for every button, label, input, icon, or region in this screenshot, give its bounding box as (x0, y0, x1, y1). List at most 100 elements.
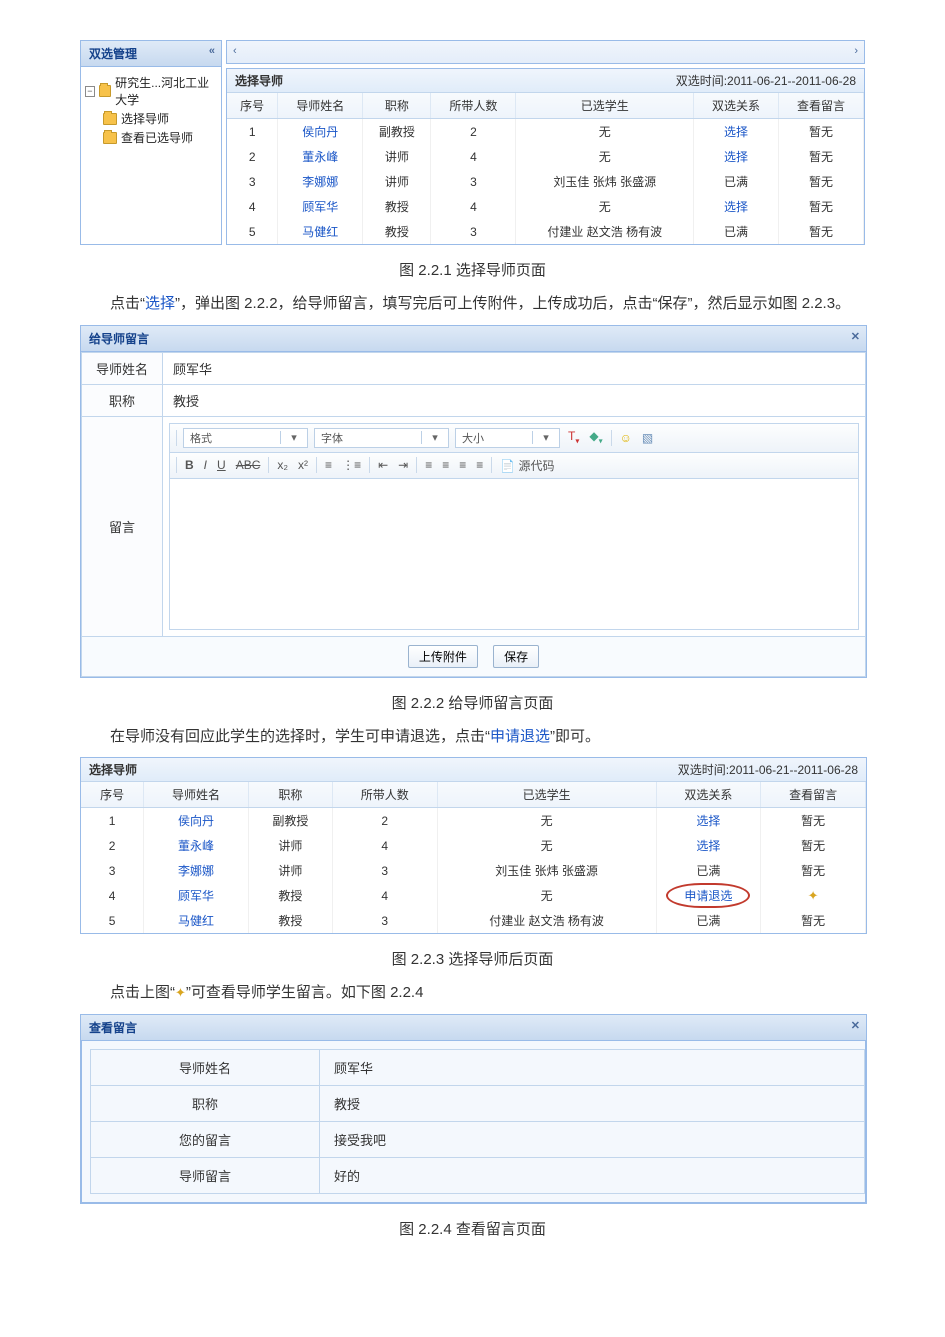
expand-toggle-icon[interactable]: − (85, 86, 95, 97)
align-right-icon[interactable]: ≡ (457, 458, 468, 472)
emoji-icon[interactable]: ☺ (618, 431, 634, 445)
sidebar-title: 双选管理 (89, 47, 137, 61)
combo-label: 大小 (456, 430, 490, 446)
message-editor[interactable] (169, 479, 859, 630)
font-combo[interactable]: 字体▾ (314, 428, 449, 448)
combo-label: 字体 (315, 430, 349, 446)
collapse-icon[interactable]: « (209, 45, 215, 57)
cell-no: 3 (227, 169, 278, 194)
folder-icon (99, 85, 111, 97)
table-row: 2董永峰讲师4无选择暂无 (227, 144, 864, 169)
cell-name[interactable]: 董永峰 (278, 144, 363, 169)
underline-icon[interactable]: U (215, 458, 228, 472)
paragraph-3: 点击上图“✦”可查看导师学生留言。如下图 2.2.4 (80, 979, 865, 1008)
cell-msg: 暂无 (779, 144, 864, 169)
unordered-list-icon[interactable]: ⋮≡ (340, 458, 363, 472)
indent-icon[interactable]: ⇥ (396, 458, 410, 472)
caption-2: 图 2.2.2 给导师留言页面 (80, 692, 865, 713)
justify-icon[interactable]: ≡ (474, 458, 485, 472)
label-name: 导师姓名 (82, 352, 163, 384)
th-count: 所带人数 (431, 93, 516, 119)
cell-name[interactable]: 顾军华 (144, 883, 249, 908)
caption-3: 图 2.2.3 选择导师后页面 (80, 948, 865, 969)
subscript-icon[interactable]: x₂ (275, 458, 290, 472)
tree-node-select[interactable]: 选择导师 (85, 109, 217, 128)
p2a: 在导师没有回应此学生的选择时，学生可申请退选，点击“ (110, 728, 490, 745)
tree-label: 查看已选导师 (121, 129, 193, 146)
paragraph-1: 点击“选择”，弹出图 2.2.2，给导师留言，填写完后可上传附件，上传成功后，点… (80, 290, 865, 319)
close-icon[interactable]: ✕ (851, 330, 860, 343)
cell-students: 刘玉佳 张炜 张盛源 (437, 858, 656, 883)
cell-students: 无 (516, 194, 694, 219)
tree-node-view[interactable]: 查看已选导师 (85, 128, 217, 147)
panel-title-row: 选择导师 双选时间:2011-06-21--2011-06-28 (227, 69, 864, 93)
cell-no: 5 (227, 219, 278, 244)
size-combo[interactable]: 大小▾ (455, 428, 560, 448)
cell-rel[interactable]: 选择 (656, 833, 761, 858)
superscript-icon[interactable]: x² (296, 458, 310, 472)
align-center-icon[interactable]: ≡ (440, 458, 451, 472)
cell-name[interactable]: 马健红 (144, 908, 249, 933)
view-label: 您的留言 (91, 1121, 320, 1157)
scroll-left-icon[interactable]: ‹ (233, 45, 237, 57)
cell-students: 刘玉佳 张炜 张盛源 (516, 169, 694, 194)
panel-title-row: 选择导师 双选时间:2011-06-21--2011-06-28 (81, 758, 866, 782)
outdent-icon[interactable]: ⇤ (376, 458, 390, 472)
bg-color-icon[interactable]: ◆▾ (587, 429, 604, 445)
format-combo[interactable]: 格式▾ (183, 428, 308, 448)
dialog-title: 给导师留言 (89, 332, 149, 346)
text-color-icon[interactable]: T▾ (566, 429, 581, 445)
tree-node-root[interactable]: − 研究生...河北工业大学 (85, 73, 217, 109)
cell-rel[interactable]: 选择 (694, 194, 779, 219)
cell-name[interactable]: 顾军华 (278, 194, 363, 219)
cell-name[interactable]: 董永峰 (144, 833, 249, 858)
upload-button[interactable]: 上传附件 (408, 645, 478, 668)
align-left-icon[interactable]: ≡ (423, 458, 434, 472)
scroll-right-icon[interactable]: › (854, 45, 858, 57)
table-row: 3李娜娜讲师3刘玉佳 张炜 张盛源已满暂无 (227, 169, 864, 194)
cell-rel: 已满 (656, 858, 761, 883)
selection-period: 双选时间:2011-06-21--2011-06-28 (678, 761, 858, 778)
bold-icon[interactable]: B (183, 458, 196, 472)
cell-title: 讲师 (248, 858, 332, 883)
italic-icon[interactable]: I (202, 458, 209, 472)
cell-name[interactable]: 侯向丹 (144, 808, 249, 834)
cell-name[interactable]: 马健红 (278, 219, 363, 244)
folder-icon (103, 113, 117, 125)
close-icon[interactable]: ✕ (851, 1019, 860, 1032)
separator-icon (416, 457, 417, 473)
sparkle-icon[interactable]: ✦ (808, 888, 819, 903)
cell-name[interactable]: 李娜娜 (278, 169, 363, 194)
strike-icon[interactable]: ABC (234, 458, 263, 472)
cell-no: 2 (81, 833, 144, 858)
cell-name[interactable]: 李娜娜 (144, 858, 249, 883)
view-value: 教授 (320, 1085, 865, 1121)
cell-rel[interactable]: 申请退选 (656, 883, 761, 908)
table-row: 4顾军华教授4无选择暂无 (227, 194, 864, 219)
tab-strip: ‹ › (226, 40, 865, 64)
separator-icon (316, 457, 317, 473)
view-row: 职称教授 (91, 1085, 865, 1121)
image-icon[interactable]: ▧ (640, 431, 655, 445)
cell-count: 2 (431, 119, 516, 145)
cell-title: 教授 (248, 908, 332, 933)
cell-no: 3 (81, 858, 144, 883)
save-button[interactable]: 保存 (493, 645, 539, 668)
cell-no: 1 (227, 119, 278, 145)
cell-title: 讲师 (363, 169, 431, 194)
cell-title: 讲师 (363, 144, 431, 169)
cell-msg[interactable]: ✦ (761, 883, 866, 908)
ordered-list-icon[interactable]: ≡ (323, 458, 334, 472)
cell-msg: 暂无 (779, 169, 864, 194)
source-button[interactable]: 📄 源代码 (498, 457, 556, 474)
cell-name[interactable]: 侯向丹 (278, 119, 363, 145)
cell-no: 1 (81, 808, 144, 834)
th-name: 导师姓名 (144, 782, 249, 808)
cell-rel[interactable]: 选择 (694, 119, 779, 145)
cell-rel[interactable]: 选择 (694, 144, 779, 169)
cell-rel[interactable]: 选择 (656, 808, 761, 834)
cell-count: 3 (332, 858, 437, 883)
p1-link: 选择 (145, 295, 175, 312)
folder-icon (103, 132, 117, 144)
cell-students: 付建业 赵文浩 杨有波 (437, 908, 656, 933)
